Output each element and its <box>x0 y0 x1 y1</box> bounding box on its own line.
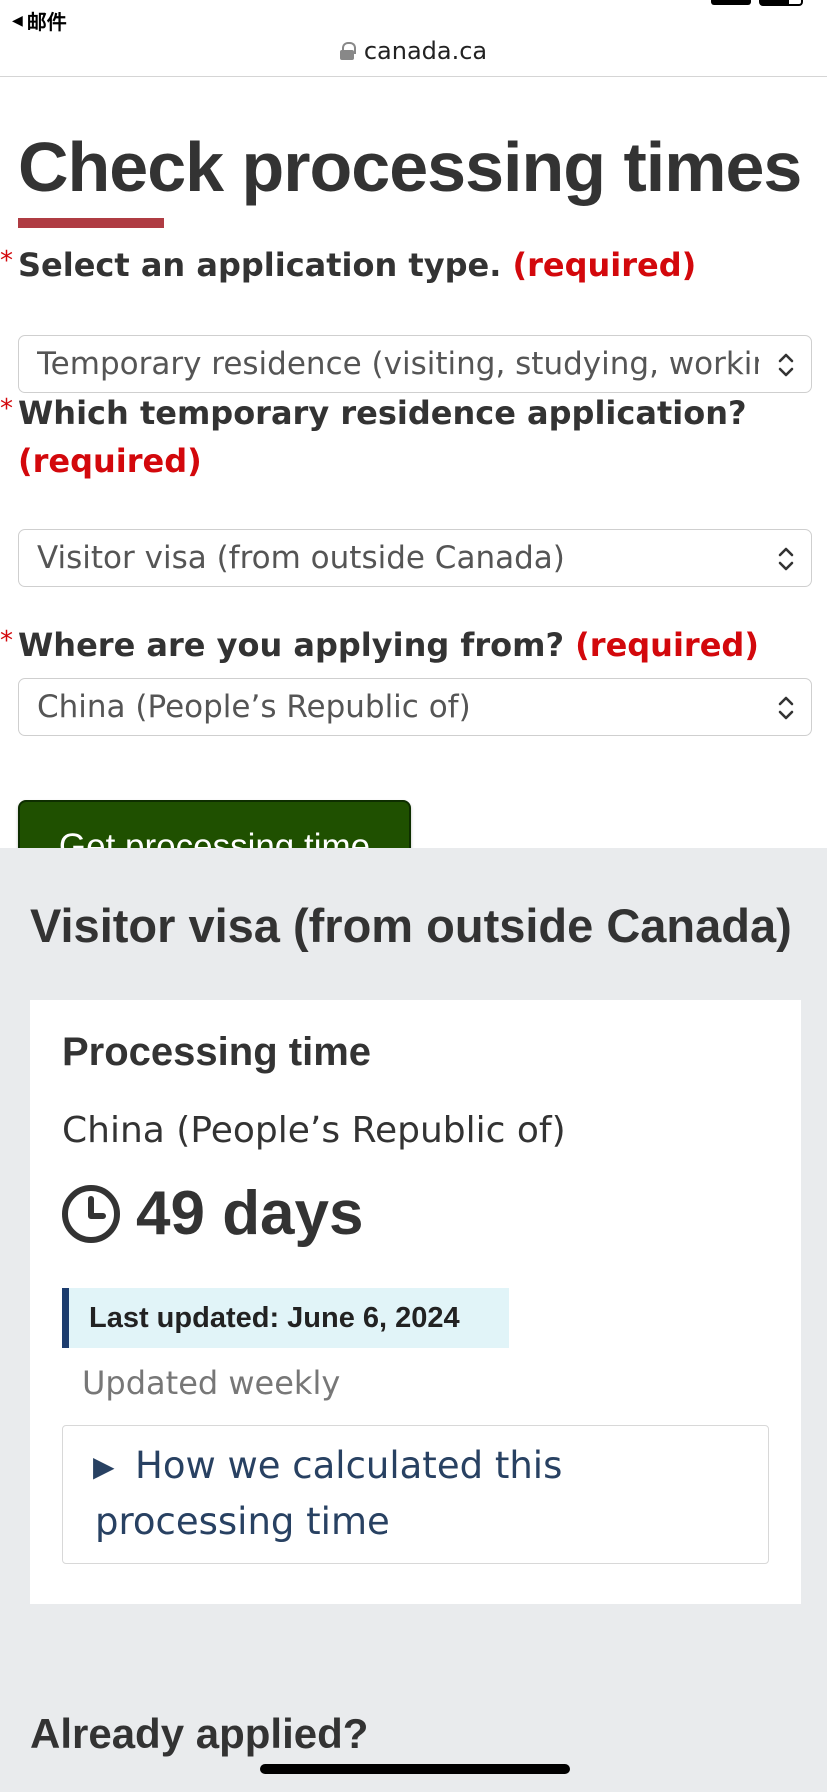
required-asterisk: * <box>0 394 13 424</box>
applying-from-select[interactable]: China (People’s Republic of) <box>18 678 812 736</box>
results-panel: Visitor visa (from outside Canada) Proce… <box>0 848 827 1792</box>
lock-icon <box>339 42 356 60</box>
home-indicator[interactable] <box>260 1764 570 1774</box>
processing-time-subheading: Processing time <box>62 1030 372 1074</box>
application-type-label-text: Select an application type. <box>18 246 502 284</box>
result-heading: Visitor visa (from outside Canada) <box>30 899 792 952</box>
clock-icon <box>62 1184 120 1243</box>
url-text: canada.ca <box>363 37 488 65</box>
temporary-residence-label-text: Which temporary residence application? <box>18 394 747 432</box>
update-frequency: Updated weekly <box>82 1364 341 1402</box>
processing-duration: 49 days <box>60 1178 364 1249</box>
required-asterisk: * <box>0 246 13 276</box>
select-arrows-icon <box>778 547 794 571</box>
calculation-details-toggle[interactable]: ▶ How we calculated this processing time <box>62 1425 769 1564</box>
required-tag: (required) <box>512 246 697 284</box>
last-updated-box: Last updated: June 6, 2024 <box>62 1288 509 1348</box>
details-summary-text: How we calculated this processing time <box>95 1444 563 1543</box>
select-arrows-icon <box>778 696 794 720</box>
temporary-residence-label: * Which temporary residence application?… <box>0 389 808 485</box>
duration-value: 49 days <box>136 1179 364 1248</box>
status-icons <box>711 0 803 6</box>
application-type-select[interactable]: Temporary residence (visiting, studying,… <box>18 335 812 393</box>
application-type-value: Temporary residence (visiting, studying,… <box>37 346 759 382</box>
url-bar-divider <box>0 76 827 77</box>
required-asterisk: * <box>0 626 13 656</box>
result-country: China (People’s Republic of) <box>62 1110 566 1151</box>
title-underline <box>18 218 164 228</box>
applying-from-label: * Where are you applying from? (required… <box>0 621 808 669</box>
application-type-label: * Select an application type. (required) <box>0 241 808 289</box>
applying-from-label-text: Where are you applying from? <box>18 626 565 664</box>
required-tag: (required) <box>575 626 759 664</box>
page-title: Check processing times <box>18 128 802 206</box>
select-arrows-icon <box>778 353 794 377</box>
battery-icon <box>759 0 803 6</box>
applying-from-value: China (People’s Republic of) <box>37 689 471 725</box>
signal-icon <box>711 0 751 5</box>
already-applied-heading: Already applied? <box>30 1710 369 1757</box>
url-bar[interactable]: canada.ca <box>0 28 827 74</box>
processing-time-card: Processing time China (People’s Republic… <box>30 1000 801 1604</box>
temporary-residence-value: Visitor visa (from outside Canada) <box>37 540 565 576</box>
back-triangle-icon: ◀ <box>12 12 23 29</box>
temporary-residence-select[interactable]: Visitor visa (from outside Canada) <box>18 529 812 587</box>
required-tag: (required) <box>18 442 202 480</box>
